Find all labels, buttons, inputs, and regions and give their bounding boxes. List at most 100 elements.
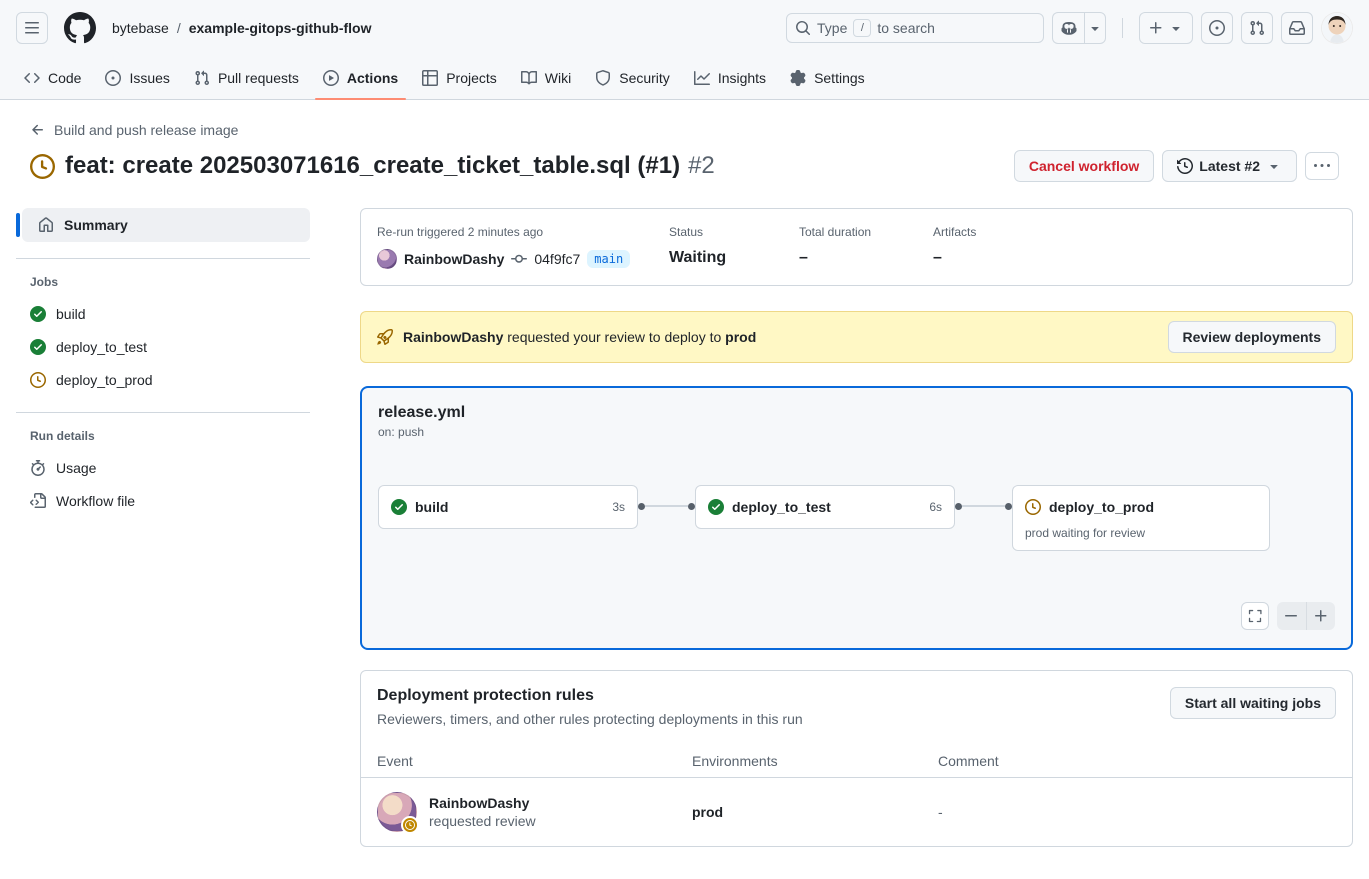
tab-label: Wiki bbox=[545, 70, 571, 86]
inbox-button[interactable] bbox=[1281, 12, 1313, 44]
zoom-controls bbox=[1277, 602, 1335, 630]
artifacts-value: – bbox=[933, 249, 976, 267]
column-environments: Environments bbox=[692, 753, 938, 769]
plus-icon bbox=[1148, 20, 1164, 36]
sidebar-job-build[interactable]: build bbox=[16, 297, 310, 330]
breadcrumb-separator: / bbox=[177, 20, 181, 36]
breadcrumb: bytebase / example-gitops-github-flow bbox=[112, 20, 371, 36]
status-value: Waiting bbox=[669, 249, 799, 267]
back-link[interactable]: Build and push release image bbox=[30, 122, 238, 138]
workflow-graph-card[interactable]: release.yml on: push build 3s deploy_to_… bbox=[360, 386, 1353, 650]
tab-actions[interactable]: Actions bbox=[315, 56, 406, 99]
banner-actor: RainbowDashy bbox=[403, 329, 503, 345]
create-new-button[interactable] bbox=[1139, 12, 1193, 44]
hamburger-icon bbox=[24, 20, 40, 36]
waiting-badge-clock-icon bbox=[401, 816, 419, 834]
home-icon bbox=[38, 217, 54, 233]
event-description: requested review bbox=[429, 813, 536, 829]
duration-label: Total duration bbox=[799, 225, 933, 239]
search-placeholder-prefix: Type bbox=[817, 20, 847, 36]
branch-label[interactable]: main bbox=[587, 250, 630, 268]
waiting-clock-icon bbox=[30, 154, 55, 179]
sidebar-item-workflow-file[interactable]: Workflow file bbox=[16, 484, 310, 517]
back-link-label: Build and push release image bbox=[54, 122, 238, 138]
job-label: deploy_to_test bbox=[56, 339, 147, 355]
sidebar-item-usage[interactable]: Usage bbox=[16, 451, 310, 484]
issue-opened-icon bbox=[105, 70, 121, 86]
inbox-icon bbox=[1289, 20, 1305, 36]
node-label: deploy_to_prod bbox=[1049, 499, 1154, 515]
tab-projects[interactable]: Projects bbox=[414, 56, 505, 99]
sidebar-job-deploy-to-prod[interactable]: deploy_to_prod bbox=[16, 363, 310, 396]
tab-label: Issues bbox=[129, 70, 169, 86]
run-summary-card: Re-run triggered 2 minutes ago RainbowDa… bbox=[360, 208, 1353, 286]
cancel-workflow-button[interactable]: Cancel workflow bbox=[1014, 150, 1154, 182]
graph-node-deploy-to-test[interactable]: deploy_to_test 6s bbox=[695, 485, 955, 529]
tab-label: Actions bbox=[347, 70, 398, 86]
search-icon bbox=[795, 20, 811, 36]
sidebar-divider bbox=[16, 412, 310, 413]
tab-security[interactable]: Security bbox=[587, 56, 678, 99]
pull-requests-dashboard-button[interactable] bbox=[1241, 12, 1273, 44]
issues-dashboard-button[interactable] bbox=[1201, 12, 1233, 44]
fullscreen-button[interactable] bbox=[1241, 602, 1269, 630]
plus-icon bbox=[1313, 608, 1329, 624]
column-event: Event bbox=[377, 753, 692, 769]
latest-attempt-button[interactable]: Latest #2 bbox=[1162, 150, 1297, 182]
protection-subtitle: Reviewers, timers, and other rules prote… bbox=[377, 711, 803, 727]
run-header: Build and push release image feat: creat… bbox=[0, 100, 1369, 182]
sidebar-divider bbox=[16, 258, 310, 259]
copilot-button[interactable] bbox=[1052, 12, 1084, 44]
code-icon bbox=[24, 70, 40, 86]
sidebar-job-deploy-to-test[interactable]: deploy_to_test bbox=[16, 330, 310, 363]
status-label: Status bbox=[669, 225, 799, 239]
repo-nav: Code Issues Pull requests Actions Projec… bbox=[0, 56, 1369, 100]
tab-wiki[interactable]: Wiki bbox=[513, 56, 579, 99]
tab-insights[interactable]: Insights bbox=[686, 56, 774, 99]
run-options-button[interactable] bbox=[1305, 152, 1339, 180]
graph-node-build[interactable]: build 3s bbox=[378, 485, 638, 529]
reviewer-avatar[interactable] bbox=[377, 792, 417, 832]
graph-connector bbox=[638, 485, 695, 527]
graph-node-deploy-to-prod[interactable]: deploy_to_prod prod waiting for review bbox=[1012, 485, 1270, 551]
run-content: Re-run triggered 2 minutes ago RainbowDa… bbox=[360, 208, 1353, 847]
actor-name[interactable]: RainbowDashy bbox=[404, 251, 504, 267]
dash-icon bbox=[1283, 608, 1299, 624]
node-duration: 6s bbox=[929, 500, 942, 514]
sidebar-item-label: Usage bbox=[56, 460, 96, 476]
page-title: feat: create 202503071616_create_ticket_… bbox=[65, 152, 680, 180]
table-icon bbox=[422, 70, 438, 86]
zoom-out-button[interactable] bbox=[1277, 602, 1307, 630]
copilot-dropdown-button[interactable] bbox=[1084, 12, 1106, 44]
breadcrumb-repo[interactable]: example-gitops-github-flow bbox=[189, 20, 372, 36]
breadcrumb-org[interactable]: bytebase bbox=[112, 20, 169, 36]
tab-issues[interactable]: Issues bbox=[97, 56, 177, 99]
zoom-in-button[interactable] bbox=[1307, 602, 1336, 630]
environment-value: prod bbox=[692, 804, 938, 820]
github-logo-icon[interactable] bbox=[64, 12, 96, 44]
latest-attempt-label: Latest #2 bbox=[1199, 158, 1260, 174]
tab-settings[interactable]: Settings bbox=[782, 56, 873, 99]
clock-icon bbox=[30, 372, 46, 388]
search-input[interactable]: Type / to search bbox=[786, 13, 1044, 43]
run-sidebar: Summary Jobs build deploy_to_test deploy… bbox=[16, 208, 310, 847]
review-deployments-button[interactable]: Review deployments bbox=[1168, 321, 1337, 353]
actor-avatar[interactable] bbox=[377, 249, 397, 269]
commit-sha[interactable]: 04f9fc7 bbox=[534, 251, 580, 267]
duration-value: – bbox=[799, 249, 933, 267]
git-pull-request-icon bbox=[1249, 20, 1265, 36]
tab-pull-requests[interactable]: Pull requests bbox=[186, 56, 307, 99]
global-header: bytebase / example-gitops-github-flow Ty… bbox=[0, 0, 1369, 56]
shield-icon bbox=[595, 70, 611, 86]
table-row: RainbowDashy requested review prod - bbox=[361, 777, 1352, 846]
tab-label: Projects bbox=[446, 70, 497, 86]
banner-message: requested your review to deploy to bbox=[503, 329, 725, 345]
graph-icon bbox=[694, 70, 710, 86]
hamburger-menu-button[interactable] bbox=[16, 12, 48, 44]
banner-text: RainbowDashy requested your review to de… bbox=[403, 329, 756, 345]
reviewer-name[interactable]: RainbowDashy bbox=[429, 795, 536, 811]
start-all-waiting-jobs-button[interactable]: Start all waiting jobs bbox=[1170, 687, 1336, 719]
user-avatar[interactable] bbox=[1321, 12, 1353, 44]
tab-code[interactable]: Code bbox=[16, 56, 89, 99]
sidebar-item-summary[interactable]: Summary bbox=[22, 208, 310, 242]
